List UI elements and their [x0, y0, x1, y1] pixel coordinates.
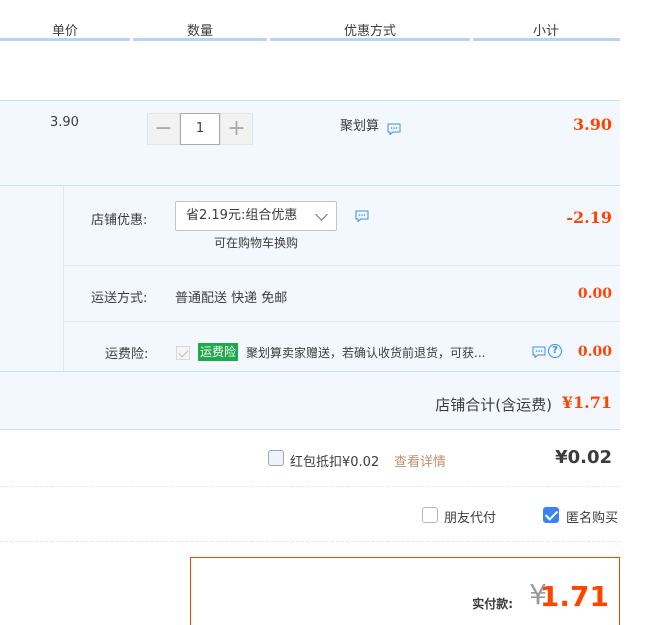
coupon-label: 店铺优惠:: [91, 213, 148, 228]
message-icon[interactable]: [355, 210, 369, 223]
header-divider: [473, 38, 620, 41]
shop-total-label: 店铺合计(含运费): [435, 396, 552, 414]
payment-options-row: 朋友代付 匿名购买: [0, 487, 620, 542]
payment-label: 实付款:: [472, 597, 513, 611]
shop-summary: 店铺优惠: 省2.19元:组合优惠 可在购物车换购 -2.19 运送方式: 普通…: [0, 186, 620, 372]
header-divider: [270, 38, 470, 41]
payment-total-box: 实付款: ¥ 1.71: [190, 557, 620, 625]
redpacket-value: ¥0.02: [555, 447, 612, 468]
coupon-note: 可在购物车换购: [214, 236, 299, 250]
coupon-selected-value: 省2.19元:组合优惠: [186, 208, 298, 223]
insurance-amount: 0.00: [577, 344, 612, 360]
coupon-amount: -2.19: [566, 208, 612, 227]
quantity-stepper: − 1 +: [147, 113, 253, 145]
header-promotion: 优惠方式: [344, 24, 397, 39]
help-icon[interactable]: ?: [548, 344, 562, 358]
coupon-row: 店铺优惠: 省2.19元:组合优惠 可在购物车换购 -2.19: [63, 186, 620, 266]
insurance-label: 运费险:: [105, 347, 149, 362]
item-unit-price: 3.90: [50, 115, 79, 130]
shipping-label: 运送方式:: [91, 291, 148, 306]
header-subtotal: 小计: [533, 24, 560, 39]
chevron-down-icon: [315, 208, 328, 221]
table-header: 单价 数量 优惠方式 小计: [0, 0, 620, 42]
order-item-row: 3.90 − 1 + 聚划算 3.90: [0, 100, 620, 186]
insurance-tag: 运费险: [198, 343, 239, 361]
quantity-decrease-button[interactable]: −: [147, 113, 180, 145]
friend-pay-label: 朋友代付: [444, 511, 497, 526]
item-subtotal: 3.90: [573, 115, 612, 134]
item-promotion: 聚划算: [340, 119, 380, 134]
redpacket-row: 红包抵扣¥0.02 查看详情 ¥0.02: [0, 430, 620, 487]
message-icon[interactable]: [387, 123, 401, 136]
shop-total-row: 店铺合计(含运费) ¥1.71: [0, 372, 620, 430]
insurance-description: 聚划算卖家赠送，若确认收货前退货，可获...: [246, 346, 486, 360]
header-divider: [133, 38, 267, 41]
shipping-value: 普通配送 快递 免邮: [175, 291, 288, 306]
quantity-increase-button[interactable]: +: [220, 113, 253, 145]
quantity-input[interactable]: 1: [180, 113, 220, 145]
message-icon[interactable]: [532, 346, 546, 359]
friend-pay-checkbox[interactable]: [422, 507, 438, 523]
coupon-dropdown[interactable]: 省2.19元:组合优惠: [175, 201, 337, 231]
insurance-row: 运费险: 运费险 聚划算卖家赠送，若确认收货前退货，可获... ? 0.00: [63, 322, 620, 372]
shipping-amount: 0.00: [577, 286, 612, 302]
anonymous-checkbox[interactable]: [543, 507, 559, 523]
header-divider: [0, 38, 130, 41]
header-quantity: 数量: [187, 24, 214, 39]
redpacket-label: 红包抵扣¥0.02: [290, 455, 380, 470]
shop-total-value: ¥1.71: [561, 393, 612, 412]
shipping-row: 运送方式: 普通配送 快递 免邮 0.00: [63, 266, 620, 322]
insurance-checkbox[interactable]: [176, 346, 190, 360]
redpacket-details-link[interactable]: 查看详情: [394, 451, 446, 470]
redpacket-checkbox[interactable]: [268, 450, 284, 466]
header-unit-price: 单价: [52, 24, 79, 39]
anonymous-label: 匿名购买: [566, 511, 619, 526]
payment-amount: 1.71: [539, 580, 609, 613]
